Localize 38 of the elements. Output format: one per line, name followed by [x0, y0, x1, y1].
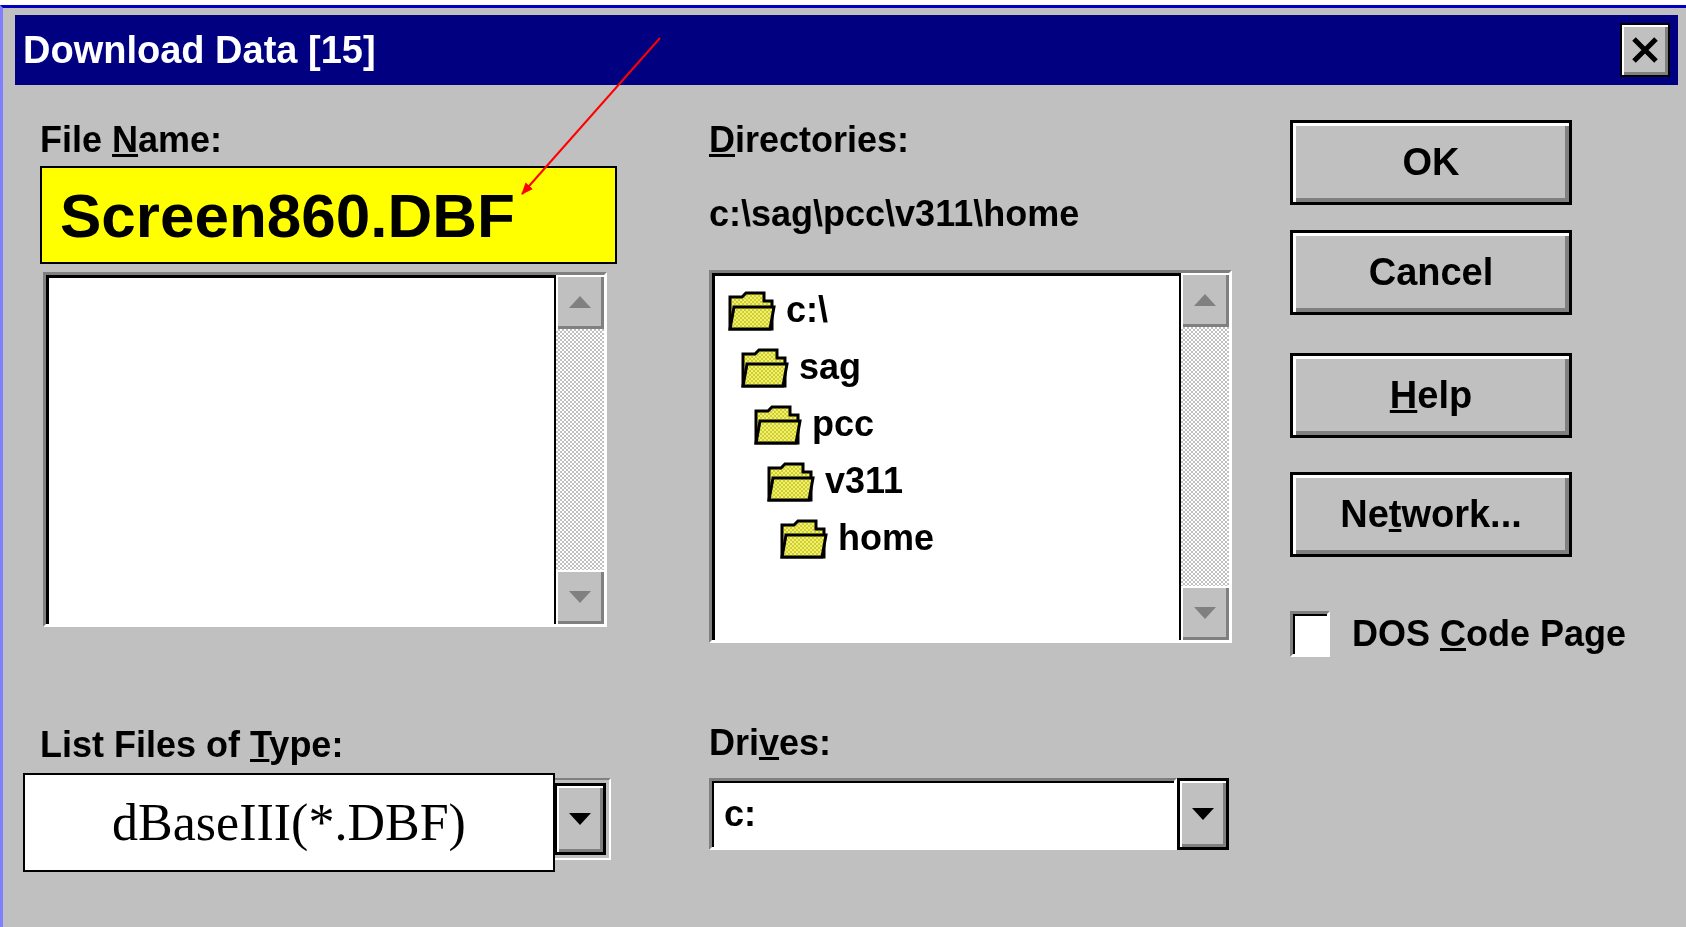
file-type-field[interactable]: dBaseIII(*.DBF)	[23, 773, 555, 872]
checkbox-label: DOS Code Page	[1352, 613, 1627, 655]
scroll-down-button[interactable]	[556, 570, 604, 624]
dropdown-button[interactable]	[1177, 778, 1229, 850]
directory-item[interactable]: c:\	[728, 281, 1179, 338]
caret-icon	[569, 813, 591, 825]
dialog-button[interactable]: Help	[1290, 353, 1572, 438]
caret-icon	[1192, 808, 1214, 820]
scroll-down-icon	[569, 591, 591, 603]
close-icon	[1632, 37, 1658, 63]
file-name-field[interactable]: Screen860.DBF	[40, 166, 617, 264]
directory-tree[interactable]: c:\ sag pcc v311 home	[709, 270, 1232, 643]
scroll-up-icon	[569, 296, 591, 308]
directory-item[interactable]: sag	[741, 338, 1179, 395]
dialog-button[interactable]: OK	[1290, 120, 1572, 205]
scrollbar[interactable]	[1179, 273, 1229, 640]
dropdown-button[interactable]	[554, 783, 606, 855]
file-list[interactable]	[43, 272, 607, 627]
field-label: Drives:	[709, 721, 833, 765]
window-title: Download Data [15]	[23, 28, 376, 72]
scroll-up-button[interactable]	[1181, 273, 1229, 327]
scroll-up-icon	[1194, 294, 1216, 306]
scroll-up-button[interactable]	[556, 275, 604, 329]
scrollbar[interactable]	[554, 275, 604, 624]
dialog-button[interactable]: Cancel	[1290, 230, 1572, 315]
checkbox[interactable]	[1290, 611, 1330, 657]
directory-item[interactable]: v311	[767, 452, 1179, 509]
dialog-button[interactable]: Network...	[1290, 472, 1572, 557]
directory-item[interactable]: home	[780, 509, 1179, 566]
close-button[interactable]	[1620, 23, 1670, 77]
directory-path: c:\sag\pcc\v311\home	[709, 192, 1081, 236]
field-label: Directories:	[709, 118, 911, 162]
scroll-down-button[interactable]	[1181, 586, 1229, 640]
drive-field[interactable]: c:	[709, 778, 1177, 850]
field-label: List Files of Type:	[40, 723, 345, 767]
scroll-down-icon	[1194, 607, 1216, 619]
directory-item[interactable]: pcc	[754, 395, 1179, 452]
field-label: File Name:	[40, 118, 224, 162]
